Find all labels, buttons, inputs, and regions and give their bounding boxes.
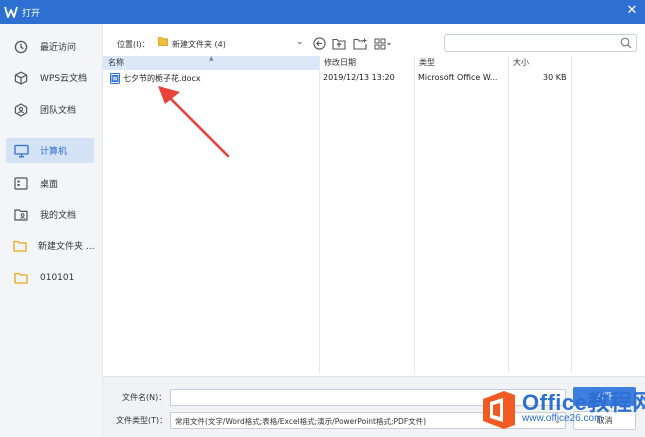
search-icon[interactable] — [620, 37, 632, 49]
sidebar-item-label: 最近访问 — [40, 43, 77, 53]
sidebar: 最近访问 WPS云文档 团队文档 计算机 桌面 我的文档 新建文件夹 ... 0… — [0, 24, 103, 437]
column-header-modified[interactable]: 修改日期 — [319, 56, 414, 70]
sidebar-item-new-folder[interactable]: 新建文件夹 ... — [6, 233, 94, 258]
desktop-icon — [13, 176, 29, 192]
file-modified: 2019/12/13 13:20 — [323, 73, 395, 82]
search-box[interactable] — [444, 34, 637, 52]
sidebar-item-label: 计算机 — [40, 147, 68, 157]
back-button[interactable] — [312, 37, 326, 50]
search-input[interactable] — [449, 35, 619, 51]
window-title: 打开 — [22, 9, 41, 19]
team-icon — [13, 102, 29, 118]
location-select[interactable]: 新建文件夹 (4) — [172, 39, 226, 50]
up-folder-button[interactable] — [332, 37, 346, 50]
new-folder-button[interactable] — [353, 37, 367, 50]
toolbar: 位置(I)： 新建文件夹 (4) ⌄ — [103, 24, 645, 56]
sidebar-item-010101[interactable]: 010101 — [6, 265, 94, 290]
sidebar-item-label: 我的文档 — [40, 211, 77, 221]
sidebar-item-label: 桌面 — [40, 180, 59, 190]
wps-logo-icon — [4, 6, 18, 18]
svg-text:W: W — [112, 77, 118, 83]
sidebar-item-label: 新建文件夹 ... — [38, 242, 95, 252]
view-mode-button[interactable] — [373, 37, 393, 50]
grid-view-icon — [374, 38, 391, 49]
sidebar-item-team-docs[interactable]: 团队文档 — [6, 97, 94, 122]
sidebar-item-recent[interactable]: 最近访问 — [6, 34, 94, 59]
column-divider[interactable] — [319, 56, 320, 374]
column-divider[interactable] — [414, 56, 415, 374]
folder-icon — [158, 37, 168, 46]
watermark-url: www.office26.com — [522, 413, 603, 424]
new-folder-icon — [353, 38, 367, 50]
column-divider[interactable] — [508, 56, 509, 374]
column-divider[interactable] — [571, 56, 572, 374]
watermark: Office教程网 www.office26.com — [478, 383, 645, 437]
chevron-down-icon[interactable]: ⌄ — [296, 37, 304, 47]
column-header-size[interactable]: 大小 — [508, 56, 571, 70]
sidebar-item-label: 团队文档 — [40, 106, 77, 116]
folder-icon — [13, 238, 27, 254]
sidebar-item-my-documents[interactable]: 我的文档 — [6, 202, 94, 227]
sort-up-icon: ▲ — [209, 55, 214, 62]
my-documents-icon — [13, 207, 29, 223]
sidebar-item-label: WPS云文档 — [40, 74, 88, 84]
file-size: 30 KB — [543, 73, 567, 82]
sidebar-item-computer[interactable]: 计算机 — [6, 138, 94, 163]
annotation-arrow — [158, 86, 230, 158]
back-icon — [312, 37, 326, 50]
word-document-icon: W — [110, 73, 120, 84]
title-bar: 打开 ✕ — [0, 0, 645, 24]
sidebar-item-wps-cloud[interactable]: WPS云文档 — [6, 65, 94, 90]
file-type: Microsoft Office W... — [418, 73, 498, 82]
office-logo-icon — [483, 391, 515, 429]
column-header-type[interactable]: 类型 — [414, 56, 508, 70]
up-folder-icon — [332, 38, 346, 50]
clock-icon — [13, 39, 29, 55]
close-icon[interactable]: ✕ — [625, 4, 639, 18]
filetype-value: 常用文件(文字/Word格式;表格/Excel格式;演示/PowerPoint格… — [175, 417, 427, 426]
sidebar-item-label: 010101 — [40, 272, 75, 283]
folder-icon — [13, 270, 29, 286]
sidebar-item-desktop[interactable]: 桌面 — [6, 171, 94, 196]
cube-icon — [13, 70, 29, 86]
filename-label: 文件名(N)： — [122, 393, 167, 402]
monitor-icon — [13, 143, 29, 159]
filetype-label: 文件类型(T)： — [116, 416, 168, 425]
location-label: 位置(I)： — [117, 40, 150, 49]
